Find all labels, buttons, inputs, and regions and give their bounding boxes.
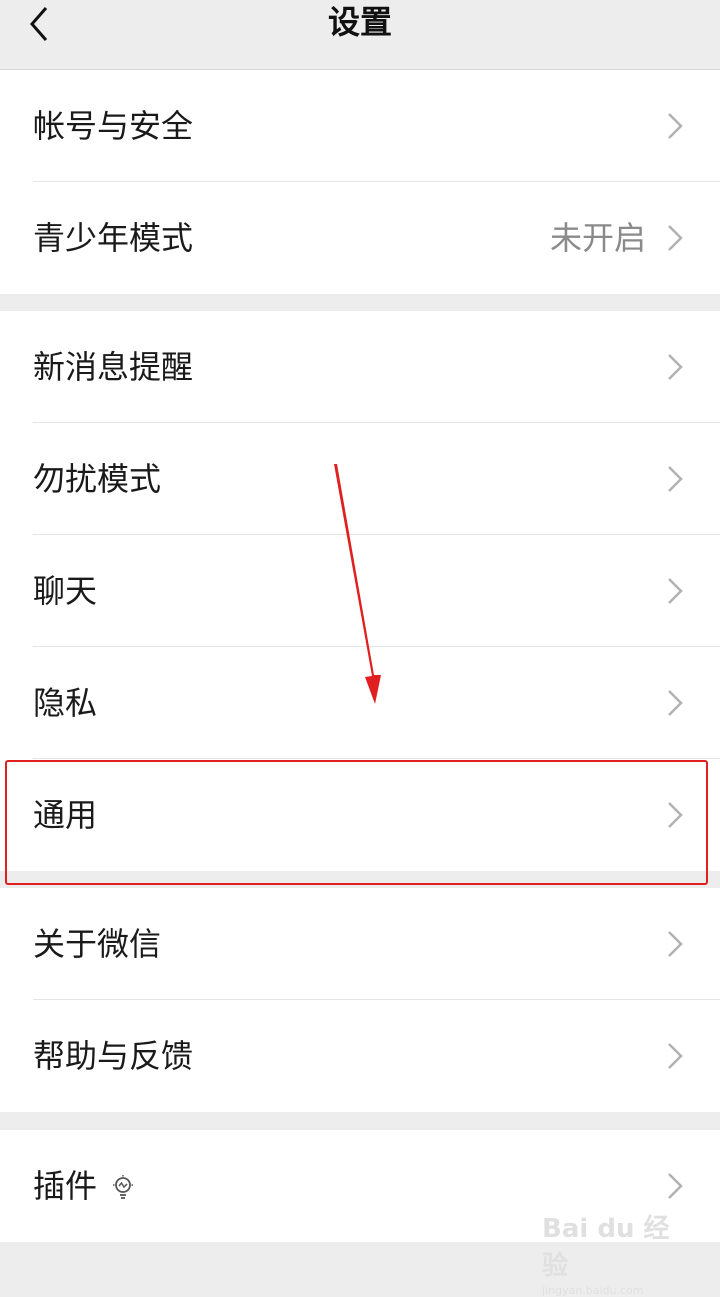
settings-group-plugins: 插件: [0, 1130, 720, 1242]
settings-item-notifications[interactable]: 新消息提醒: [0, 311, 720, 423]
chevron-right-icon: [668, 802, 683, 828]
settings-item-label: 插件: [33, 1130, 135, 1242]
chevron-right-icon: [668, 578, 683, 604]
settings-item-chat[interactable]: 聊天: [0, 535, 720, 647]
settings-item-help-feedback[interactable]: 帮助与反馈: [0, 1000, 720, 1112]
settings-item-label: 帐号与安全: [33, 107, 194, 145]
chevron-right-icon: [668, 1043, 683, 1069]
chevron-right-icon: [668, 1173, 683, 1199]
chevron-right-icon: [668, 931, 683, 957]
settings-group-general: 新消息提醒 勿扰模式 聊天 隐私 通用: [0, 311, 720, 871]
plugins-label: 插件: [33, 1167, 98, 1205]
page-title: 设置: [327, 3, 392, 41]
settings-item-account-security[interactable]: 帐号与安全: [0, 70, 720, 182]
settings-item-label: 帮助与反馈: [33, 1037, 194, 1075]
settings-item-general[interactable]: 通用: [0, 759, 720, 871]
settings-item-label: 青少年模式: [33, 219, 194, 257]
chevron-right-icon: [668, 354, 683, 380]
settings-item-privacy[interactable]: 隐私: [0, 647, 720, 759]
settings-item-label: 关于微信: [33, 925, 162, 963]
chevron-right-icon: [668, 113, 683, 139]
lightbulb-icon: [113, 1175, 134, 1199]
settings-item-label: 勿扰模式: [33, 460, 162, 498]
nav-bar: 设置: [0, 0, 720, 70]
settings-item-do-not-disturb[interactable]: 勿扰模式: [0, 423, 720, 535]
chevron-right-icon: [668, 225, 683, 251]
settings-item-label: 聊天: [33, 572, 98, 610]
watermark-url: jingyan.baidu.com: [542, 1284, 644, 1297]
settings-item-label: 隐私: [33, 684, 98, 722]
settings-item-about-wechat[interactable]: 关于微信: [0, 888, 720, 1000]
chevron-right-icon: [668, 466, 683, 492]
settings-item-plugins[interactable]: 插件: [0, 1130, 720, 1242]
settings-group-account: 帐号与安全 青少年模式 未开启: [0, 70, 720, 294]
settings-item-label: 新消息提醒: [33, 348, 194, 386]
teen-mode-status: 未开启: [549, 219, 646, 257]
settings-item-label: 通用: [33, 796, 98, 834]
settings-group-about: 关于微信 帮助与反馈: [0, 888, 720, 1112]
chevron-right-icon: [668, 690, 683, 716]
settings-item-teen-mode[interactable]: 青少年模式 未开启: [0, 182, 720, 294]
